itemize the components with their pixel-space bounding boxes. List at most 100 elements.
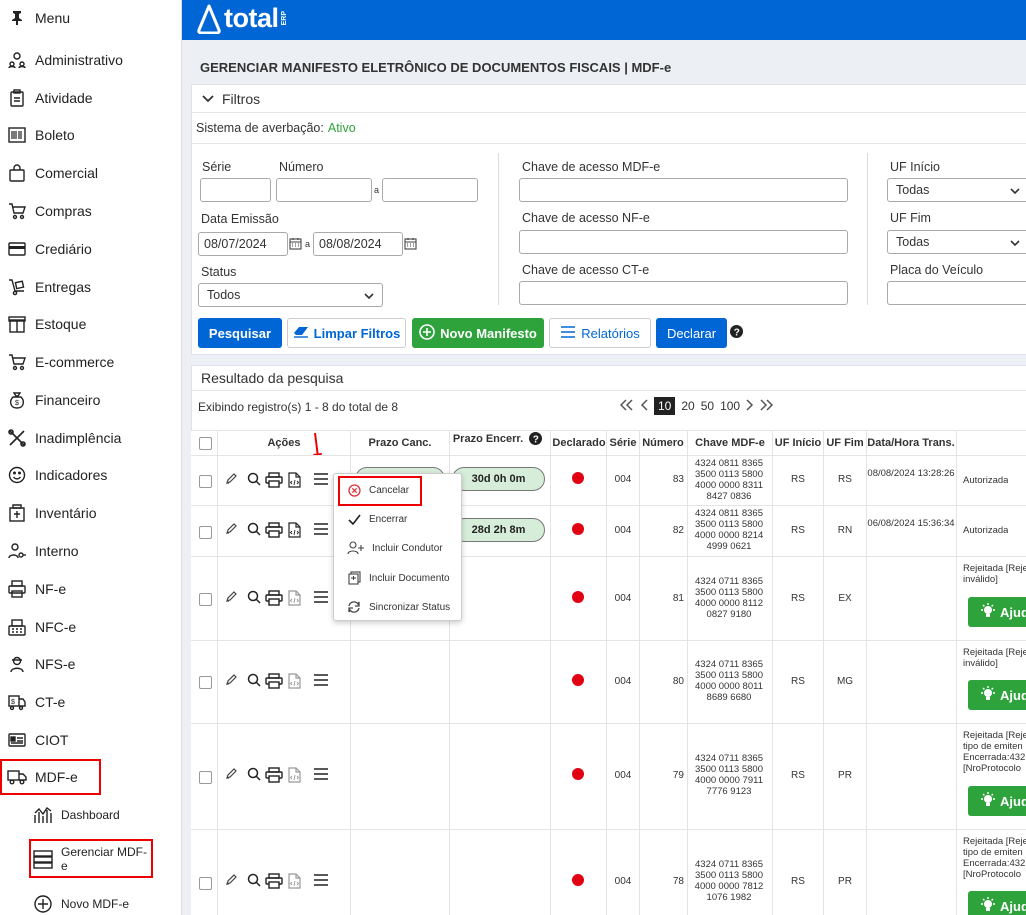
sidebar-item-comercial[interactable]: Comercial [0,155,180,191]
relatorios-button[interactable]: Relatórios [549,318,651,348]
ajuda-button[interactable]: Ajuda [968,680,1026,710]
search-icon[interactable] [247,472,261,486]
sidebar-item-entregas[interactable]: Entregas [0,269,180,305]
row-checkbox[interactable] [199,877,212,890]
menu-item-encerrar[interactable]: Encerrar [334,505,462,533]
prev-page-icon[interactable] [640,398,648,414]
xml-file-icon[interactable] [288,590,301,606]
printer-icon[interactable] [265,873,283,889]
sidebar-item-crediario[interactable]: Crediário [0,231,180,267]
row-checkbox[interactable] [199,475,212,488]
ajuda-button[interactable]: Ajuda [968,891,1026,915]
table-row[interactable] [191,829,1026,915]
sidebar-item-indicadores[interactable]: Indicadores [0,457,180,493]
row-checkbox[interactable] [199,593,212,606]
pesquisar-button[interactable]: Pesquisar [198,318,282,348]
sidebar-item-nfe[interactable]: NF-e [0,571,180,607]
hamburger-menu-icon[interactable] [313,767,329,781]
sidebar-item-administrativo[interactable]: Administrativo [0,42,180,78]
declarar-button[interactable]: Declarar [656,318,727,348]
help-circle-icon[interactable]: ? [730,325,743,338]
chave-nfe-input[interactable] [519,230,848,254]
hamburger-menu-icon[interactable] [313,472,329,486]
hamburger-menu-icon[interactable] [313,873,329,887]
sidebar-item-interno[interactable]: Interno [0,533,180,569]
calendar-icon[interactable] [289,237,302,250]
ajuda-button[interactable]: Ajuda [968,786,1026,816]
next-page-icon[interactable] [746,398,754,414]
sidebar-item-inadimplencia[interactable]: Inadimplência [0,420,180,456]
help-circle-icon[interactable]: ? [529,432,542,445]
sidebar-item-atividade[interactable]: Atividade [0,80,180,116]
menu-item-incluir-documento[interactable]: Incluir Documento [334,564,462,592]
page-size-20[interactable]: 20 [681,399,694,413]
xml-file-icon[interactable] [288,767,301,783]
printer-icon[interactable] [265,767,283,783]
menu-item-incluir-condutor[interactable]: Incluir Condutor [334,534,462,562]
sidebar-item-boleto[interactable]: Boleto [0,117,180,153]
ajuda-button[interactable]: Ajuda [968,597,1026,627]
data-from-input[interactable]: 08/07/2024 [198,232,288,256]
search-icon[interactable] [247,873,261,887]
sidebar-subitem-dashboard[interactable]: Dashboard [32,803,172,827]
pencil-icon[interactable] [225,590,238,603]
last-page-icon[interactable] [760,398,774,414]
sidebar-item-nfse[interactable]: NFS-e [0,646,180,682]
chave-mdfe-input[interactable] [519,178,848,202]
sidebar-subitem-novo-mdfe[interactable]: Novo MDF-e [32,892,172,915]
sidebar-item-financeiro[interactable]: $ Financeiro [0,382,180,418]
search-icon[interactable] [247,590,261,604]
xml-file-icon[interactable] [288,873,301,889]
first-page-icon[interactable] [619,398,634,414]
hamburger-menu-icon[interactable] [313,673,329,687]
pencil-icon[interactable] [225,767,238,780]
menu-item-sincronizar-status[interactable]: Sincronizar Status [334,593,462,621]
pencil-icon[interactable] [225,673,238,686]
chave-cte-input[interactable] [519,281,848,305]
pencil-icon[interactable] [225,873,238,886]
hamburger-menu-icon[interactable] [313,522,329,536]
row-checkbox[interactable] [199,771,212,784]
page-size-100[interactable]: 100 [720,399,740,413]
printer-icon[interactable] [265,590,283,606]
search-icon[interactable] [247,767,261,781]
row-checkbox[interactable] [199,676,212,689]
search-icon[interactable] [247,522,261,536]
search-icon[interactable] [247,673,261,687]
data-to-input[interactable]: 08/08/2024 [313,232,403,256]
sidebar-item-menu[interactable]: Menu [0,0,180,36]
sidebar-item-inventario[interactable]: Inventário [0,495,180,531]
sidebar-item-estoque[interactable]: Estoque [0,306,180,342]
uf-fim-select[interactable]: Todas [887,230,1026,254]
hamburger-menu-icon[interactable] [313,590,329,604]
sidebar-item-label: Comercial [35,165,99,181]
sidebar-item-ciot[interactable]: CIOT [0,722,180,758]
page-size-50[interactable]: 50 [701,399,714,413]
calendar-icon[interactable] [404,237,417,250]
xml-file-icon[interactable] [288,522,301,538]
select-all-checkbox[interactable] [199,437,212,450]
limpar-filtros-button[interactable]: Limpar Filtros [287,318,406,348]
numero-from-input[interactable] [276,178,372,202]
xml-file-icon[interactable] [288,673,301,689]
serie-input[interactable] [200,178,271,202]
logo[interactable]: total ERP [196,3,288,34]
uf-inicio-select[interactable]: Todas [887,178,1026,202]
pencil-icon[interactable] [225,472,238,485]
page-size-10[interactable]: 10 [654,397,676,415]
placa-input[interactable] [887,281,1026,305]
sidebar-item-cte[interactable]: $ CT-e [0,684,180,720]
printer-icon[interactable] [265,673,283,689]
pencil-icon[interactable] [225,522,238,535]
numero-to-input[interactable] [382,178,478,202]
novo-manifesto-button[interactable]: Novo Manifesto [412,318,544,348]
filters-header[interactable]: Filtros [192,85,1026,113]
printer-icon[interactable] [265,472,283,488]
row-checkbox[interactable] [199,526,212,539]
sidebar-item-compras[interactable]: Compras [0,193,180,229]
sidebar-item-nfce[interactable]: NFC-e [0,609,180,645]
sidebar-item-ecommerce[interactable]: E-commerce [0,344,180,380]
status-select[interactable]: Todos [198,283,383,307]
printer-icon[interactable] [265,522,283,538]
xml-file-icon[interactable] [288,472,301,488]
